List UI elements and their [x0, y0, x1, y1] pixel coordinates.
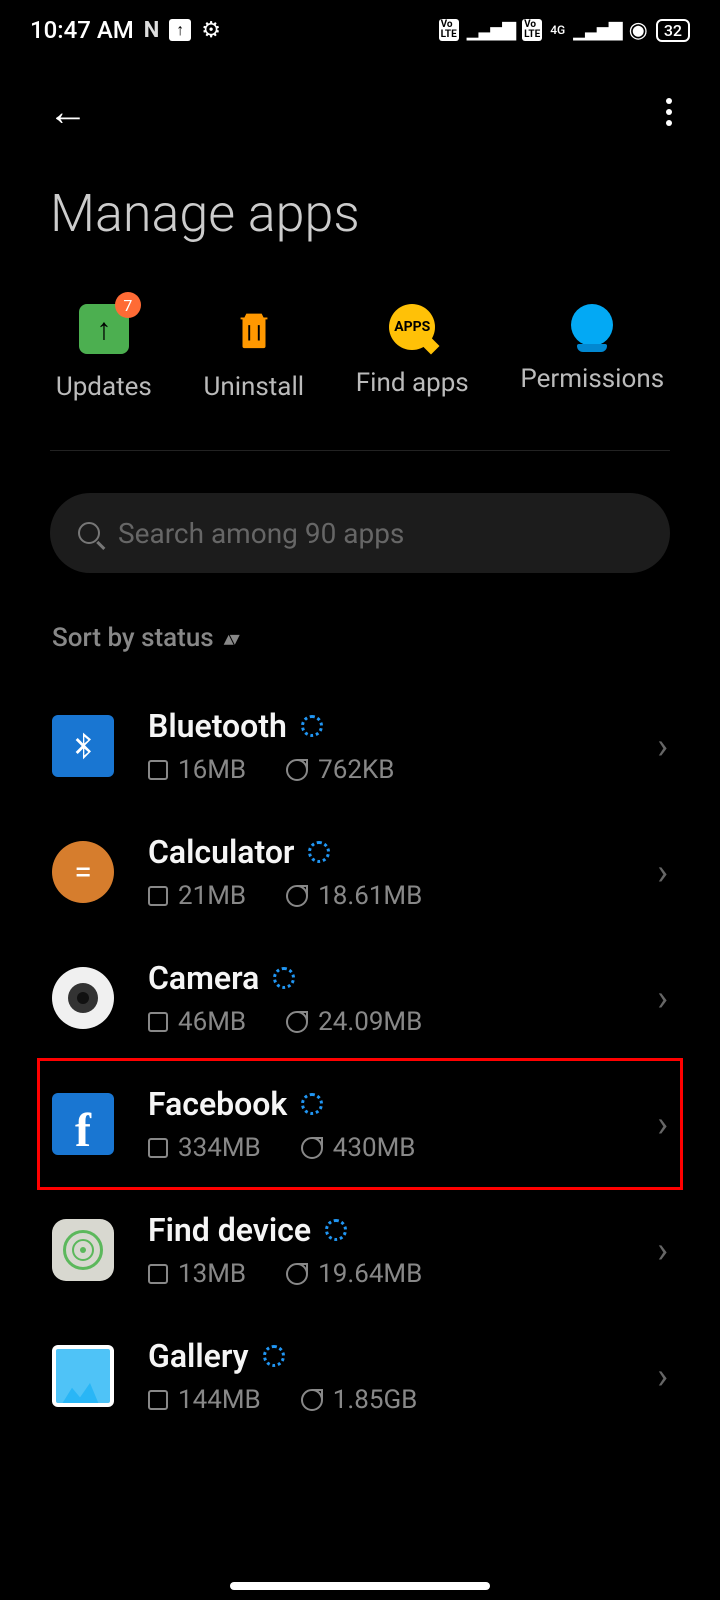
- storage-icon: [148, 1012, 168, 1032]
- data-size: 1.85GB: [333, 1385, 418, 1415]
- search-bar[interactable]: Search among 90 apps: [50, 493, 670, 573]
- loading-icon: [273, 967, 295, 989]
- app-row-camera[interactable]: Camera 46MB 24.09MB ›: [40, 935, 680, 1061]
- storage-size: 144MB: [178, 1385, 261, 1415]
- upload-icon: ↑: [169, 19, 191, 41]
- storage-icon: [148, 886, 168, 906]
- loading-icon: [301, 715, 323, 737]
- updates-badge: 7: [115, 292, 141, 318]
- status-bar: 10:47 AM N ↑ ⚙ VoLTE ▁▃▅▇ VoLTE 4G ▁▃▅▇ …: [0, 0, 720, 60]
- app-row-calculator[interactable]: = Calculator 21MB 18.61MB ›: [40, 809, 680, 935]
- app-row-facebook[interactable]: f Facebook 334MB 430MB ›: [37, 1058, 683, 1190]
- volte-icon-1: VoLTE: [439, 19, 459, 41]
- category-label: Uninstall: [203, 372, 304, 402]
- home-indicator[interactable]: [230, 1582, 490, 1590]
- app-list: Bluetooth 16MB 762KB › = Calculator 21MB…: [0, 683, 720, 1439]
- data-icon: [286, 1011, 308, 1033]
- page-title: Manage apps: [0, 155, 720, 284]
- updates-icon: 7: [79, 304, 129, 354]
- header-bar: ←: [0, 68, 720, 155]
- category-find-apps[interactable]: APPS Find apps: [356, 304, 469, 402]
- category-label: Find apps: [356, 368, 469, 398]
- loading-icon: [308, 841, 330, 863]
- permissions-icon: [571, 304, 613, 346]
- storage-size: 334MB: [178, 1133, 261, 1163]
- loading-icon: [325, 1219, 347, 1241]
- category-permissions[interactable]: Permissions: [520, 304, 664, 402]
- storage-size: 21MB: [178, 881, 246, 911]
- data-icon: [301, 1389, 323, 1411]
- loading-icon: [301, 1093, 323, 1115]
- find-apps-icon: APPS: [389, 304, 435, 350]
- data-icon: [286, 759, 308, 781]
- notification-app-icon: N: [144, 18, 160, 43]
- camera-icon: [52, 967, 114, 1029]
- data-size: 24.09MB: [318, 1007, 422, 1037]
- category-uninstall[interactable]: Uninstall: [203, 304, 304, 402]
- chevron-right-icon: ›: [657, 851, 668, 893]
- app-name: Facebook: [148, 1085, 287, 1123]
- facebook-icon: f: [52, 1093, 114, 1155]
- find-device-icon: [52, 1219, 114, 1281]
- data-size: 19.64MB: [318, 1259, 422, 1289]
- category-updates[interactable]: 7 Updates: [56, 304, 152, 402]
- chevron-right-icon: ›: [657, 1103, 668, 1145]
- app-name: Bluetooth: [148, 707, 287, 745]
- app-row-bluetooth[interactable]: Bluetooth 16MB 762KB ›: [40, 683, 680, 809]
- wifi-icon: ◉: [629, 18, 648, 43]
- search-placeholder: Search among 90 apps: [118, 517, 404, 550]
- app-row-find-device[interactable]: Find device 13MB 19.64MB ›: [40, 1187, 680, 1313]
- app-name: Camera: [148, 959, 259, 997]
- search-icon: [78, 522, 100, 544]
- storage-size: 46MB: [178, 1007, 246, 1037]
- data-icon: [286, 1263, 308, 1285]
- calculator-icon: =: [52, 841, 114, 903]
- storage-icon: [148, 1264, 168, 1284]
- signal-icon-2: ▁▃▅▇: [573, 20, 620, 41]
- chevron-right-icon: ›: [657, 1229, 668, 1271]
- sort-button[interactable]: Sort by status ▴▾: [0, 573, 720, 683]
- loading-icon: [263, 1345, 285, 1367]
- chevron-right-icon: ›: [657, 1355, 668, 1397]
- sort-label: Sort by status: [52, 623, 214, 653]
- storage-icon: [148, 760, 168, 780]
- sort-chevron-icon: ▴▾: [224, 626, 236, 650]
- trash-icon: [229, 304, 279, 354]
- volte-icon-2: VoLTE: [522, 19, 542, 41]
- data-size: 430MB: [333, 1133, 416, 1163]
- settings-icon: ⚙: [201, 18, 221, 43]
- battery-indicator: 32: [656, 19, 690, 42]
- category-row: 7 Updates Uninstall APPS Find apps Permi…: [0, 304, 720, 402]
- data-size: 18.61MB: [318, 881, 422, 911]
- bluetooth-icon: [52, 715, 114, 777]
- network-type: 4G: [550, 23, 565, 37]
- storage-size: 16MB: [178, 755, 246, 785]
- app-name: Gallery: [148, 1337, 249, 1375]
- data-icon: [286, 885, 308, 907]
- storage-icon: [148, 1390, 168, 1410]
- storage-icon: [148, 1138, 168, 1158]
- app-name: Find device: [148, 1211, 311, 1249]
- category-label: Permissions: [520, 364, 664, 394]
- data-size: 762KB: [318, 755, 394, 785]
- storage-size: 13MB: [178, 1259, 246, 1289]
- back-button[interactable]: ←: [48, 88, 88, 135]
- signal-icon-1: ▁▃▅▇: [467, 20, 514, 41]
- more-options-button[interactable]: [666, 98, 672, 126]
- data-icon: [301, 1137, 323, 1159]
- app-row-gallery[interactable]: Gallery 144MB 1.85GB ›: [40, 1313, 680, 1439]
- chevron-right-icon: ›: [657, 725, 668, 767]
- gallery-icon: [52, 1345, 114, 1407]
- status-time: 10:47 AM: [30, 16, 134, 44]
- divider: [50, 450, 670, 451]
- chevron-right-icon: ›: [657, 977, 668, 1019]
- app-name: Calculator: [148, 833, 294, 871]
- category-label: Updates: [56, 372, 152, 402]
